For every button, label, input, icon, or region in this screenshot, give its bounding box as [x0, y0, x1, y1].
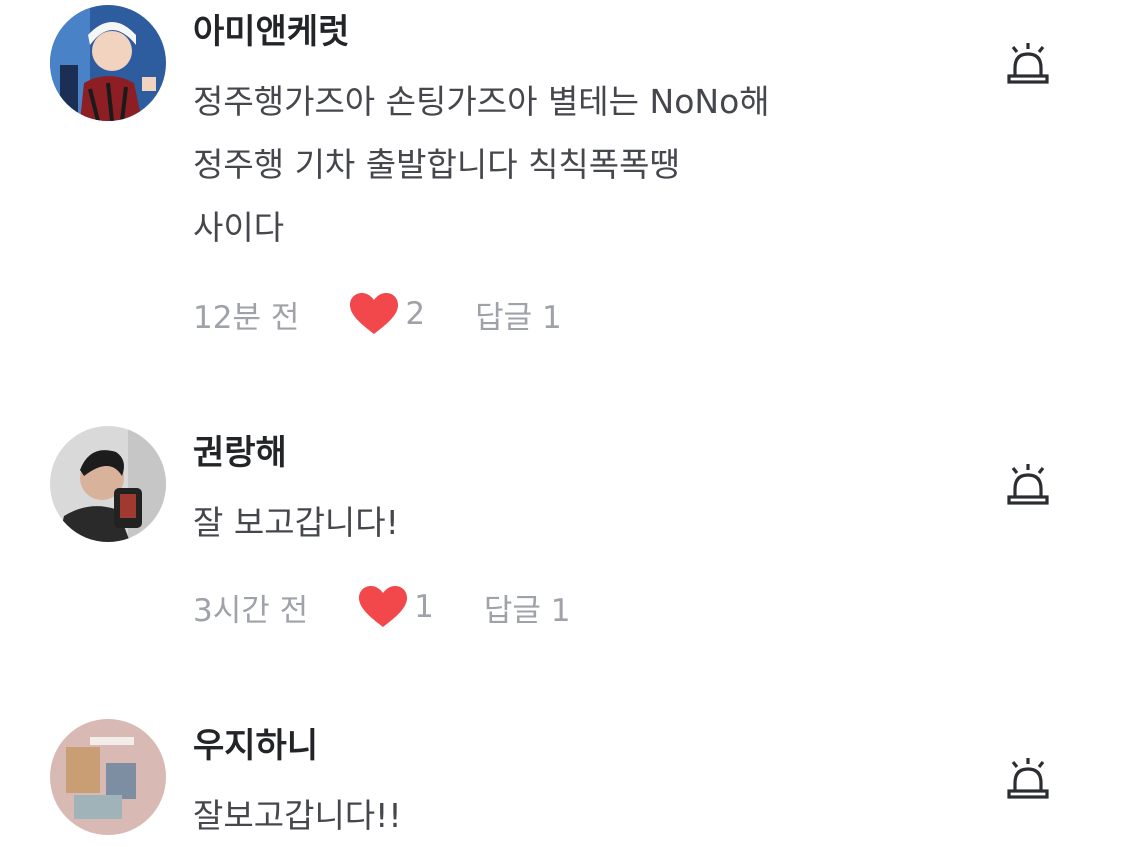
like-button[interactable]: 2 [349, 292, 425, 336]
comment-text-line: 사이다 [193, 208, 285, 247]
comment-text: 정주행가즈아 손팅가즈아 별테는 NoNo해 정주행 기차 출발합니다 칙칙폭폭… [193, 70, 770, 259]
comment-text-line: 정주행 기차 출발합니다 칙칙폭폭땡 [193, 145, 680, 184]
reply-button[interactable]: 답글 1 [475, 292, 562, 337]
comment-text: 잘보고갑니다!! [193, 784, 402, 847]
comment-meta: 12분 전 2 답글 1 [193, 292, 562, 336]
comment-item: 아미앤케럿 정주행가즈아 손팅가즈아 별테는 NoNo해 정주행 기차 출발합니… [0, 0, 1125, 360]
avatar[interactable] [50, 426, 166, 542]
siren-report-icon[interactable] [1004, 40, 1052, 88]
username[interactable]: 우지하니 [193, 718, 318, 767]
timestamp: 12분 전 [193, 299, 300, 336]
username[interactable]: 아미앤케럿 [193, 4, 349, 53]
comment-text-line: 잘 보고갑니다! [193, 503, 399, 542]
siren-report-icon[interactable] [1004, 755, 1052, 803]
siren-report-icon[interactable] [1004, 461, 1052, 509]
comment-text-line: 잘보고갑니다!! [193, 796, 402, 835]
timestamp: 3시간 전 [193, 592, 309, 629]
comment-item: 권랑해 잘 보고갑니다! 3시간 전 1 답글 1 [0, 421, 1125, 661]
like-count: 1 [414, 589, 434, 625]
avatar[interactable] [50, 5, 166, 121]
avatar-image [50, 719, 166, 835]
comment-text: 잘 보고갑니다! [193, 491, 399, 554]
heart-icon [359, 586, 408, 627]
username[interactable]: 권랑해 [193, 425, 287, 474]
comment-meta: 3시간 전 1 답글 1 [193, 585, 571, 629]
comment-item: 우지하니 잘보고갑니다!! [0, 714, 1125, 843]
avatar-image [50, 426, 166, 542]
reply-button[interactable]: 답글 1 [484, 585, 571, 630]
like-count: 2 [405, 296, 426, 332]
like-button[interactable]: 1 [358, 585, 434, 629]
comment-text-line: 정주행가즈아 손팅가즈아 별테는 NoNo해 [193, 82, 770, 121]
avatar-image [50, 5, 166, 121]
heart-icon [350, 293, 399, 334]
avatar[interactable] [50, 719, 166, 835]
